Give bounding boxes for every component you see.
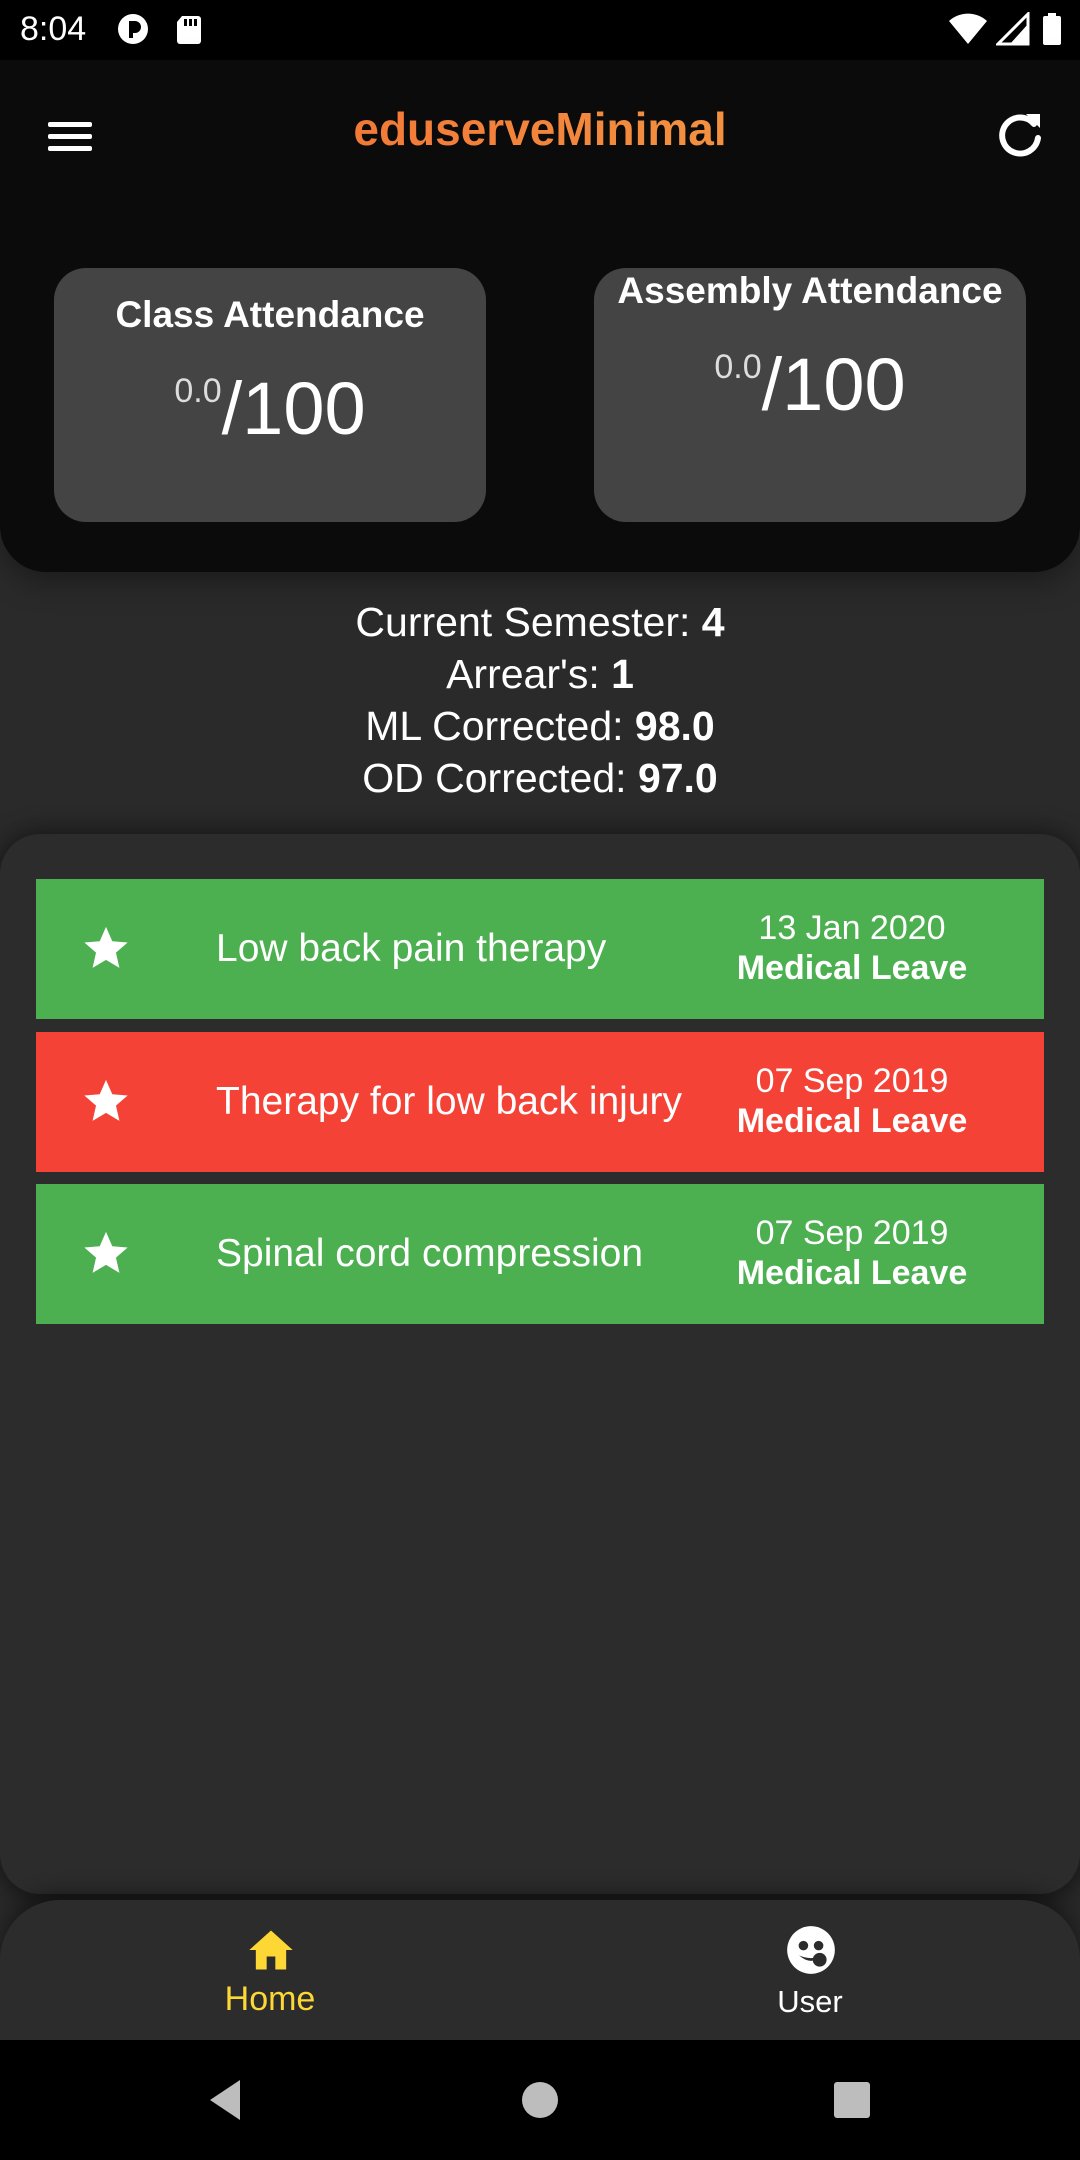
star-icon xyxy=(84,1079,128,1121)
class-attendance-card: Class Attendance 0.0/100 xyxy=(54,268,486,522)
assembly-attendance-title: Assembly Attendance xyxy=(617,270,1003,311)
refresh-icon xyxy=(999,114,1041,157)
signal-icon xyxy=(996,12,1030,46)
battery-icon xyxy=(1043,13,1061,45)
nav-home-label: Home xyxy=(224,1980,316,2018)
pocket-casts-icon xyxy=(118,14,148,44)
leave-title: Spinal cord compression xyxy=(216,1232,644,1275)
leave-list-panel: Low back pain therapy 13 Jan 2020 Medica… xyxy=(0,834,1080,1894)
leave-type: Medical Leave xyxy=(736,1254,968,1292)
arrears-row: Arrear's: 1 xyxy=(446,651,634,697)
leave-title: Low back pain therapy xyxy=(216,927,607,970)
current-semester-row: Current Semester: 4 xyxy=(355,599,725,645)
ml-corrected-value: 98.0 xyxy=(634,703,715,749)
semester-stats: Current Semester: 4 Arrear's: 1 ML Corre… xyxy=(0,596,1080,804)
assembly-attendance-max: /100 xyxy=(761,343,906,426)
class-attendance-title: Class Attendance xyxy=(115,294,425,335)
leave-date: 07 Sep 2019 xyxy=(755,1062,949,1100)
ml-corrected-row: ML Corrected: 98.0 xyxy=(365,703,715,749)
od-corrected-value: 97.0 xyxy=(637,755,718,801)
app-bar: eduserveMinimal xyxy=(0,60,1080,200)
back-icon[interactable] xyxy=(196,2070,256,2130)
star-icon xyxy=(84,1231,128,1273)
bottom-navigation: Home User xyxy=(0,1900,1080,2040)
class-attendance-value: 0.0/100 xyxy=(54,366,486,451)
system-navigation-bar xyxy=(0,2040,1080,2160)
leave-date: 07 Sep 2019 xyxy=(755,1214,949,1252)
user-face-icon xyxy=(787,1926,835,1974)
wifi-icon xyxy=(949,13,987,44)
arrears-value: 1 xyxy=(611,651,634,697)
nav-home[interactable]: Home xyxy=(0,1900,540,2040)
current-semester-value: 4 xyxy=(701,599,725,645)
status-bar: 8:04 xyxy=(0,0,1080,60)
nav-user[interactable]: User xyxy=(540,1900,1080,2040)
sd-card-icon xyxy=(177,16,201,44)
assembly-attendance-score: 0.0 xyxy=(714,348,762,386)
status-time: 8:04 xyxy=(20,10,87,48)
class-attendance-score: 0.0 xyxy=(174,372,222,410)
recents-icon[interactable] xyxy=(822,2070,882,2130)
leave-item[interactable]: Low back pain therapy 13 Jan 2020 Medica… xyxy=(36,879,1044,1019)
leave-date: 13 Jan 2020 xyxy=(758,909,946,947)
home-icon xyxy=(249,1930,293,1970)
refresh-button[interactable] xyxy=(990,106,1050,166)
leave-type: Medical Leave xyxy=(736,1102,968,1140)
nav-user-label: User xyxy=(777,1984,843,2019)
class-attendance-max: /100 xyxy=(221,367,366,450)
star-icon xyxy=(84,926,128,968)
assembly-attendance-value: 0.0/100 xyxy=(594,342,1026,427)
leave-item[interactable]: Spinal cord compression 07 Sep 2019 Medi… xyxy=(36,1184,1044,1324)
leave-title: Therapy for low back injury xyxy=(216,1080,683,1123)
leave-type: Medical Leave xyxy=(736,949,968,987)
od-corrected-row: OD Corrected: 97.0 xyxy=(362,755,718,801)
app-title: eduserveMinimal xyxy=(0,102,1080,156)
leave-item[interactable]: Therapy for low back injury 07 Sep 2019 … xyxy=(36,1032,1044,1172)
header-panel: eduserveMinimal Class Attendance 0.0/100… xyxy=(0,60,1080,572)
assembly-attendance-card: Assembly Attendance 0.0/100 xyxy=(594,268,1026,522)
home-circle-icon[interactable] xyxy=(510,2070,570,2130)
